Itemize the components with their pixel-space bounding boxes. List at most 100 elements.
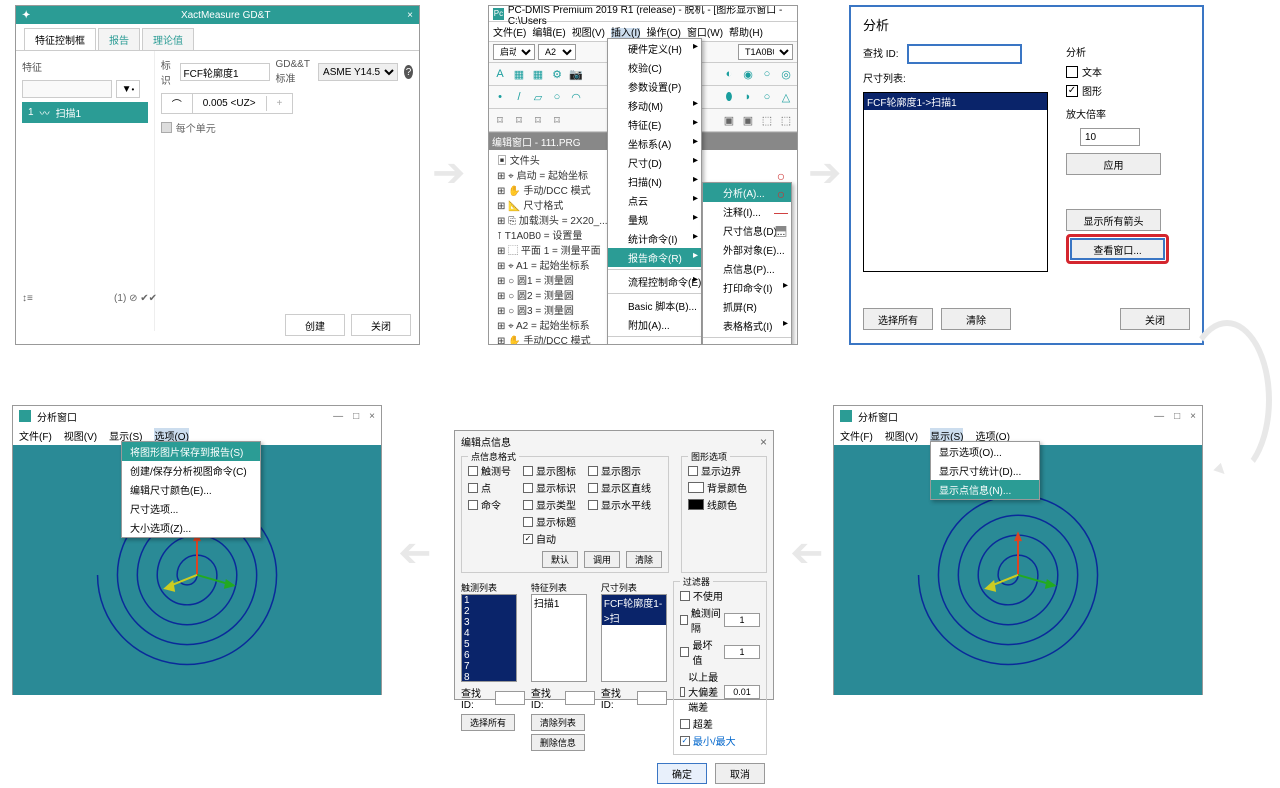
point-info-item: 显示点信息(N)...	[931, 480, 1039, 499]
ok-button[interactable]: 确定	[657, 763, 707, 784]
find-feat-input[interactable]	[565, 691, 595, 705]
max-icon[interactable]: □	[1174, 411, 1180, 422]
analysis-group: 分析	[1066, 44, 1169, 59]
cancel-button[interactable]: 取消	[715, 763, 765, 784]
analysis-window-left: 分析窗口 — □ × 文件(F)视图(V)显示(S)选项(O) 将图形图片保存到报告…	[12, 405, 382, 695]
min-icon[interactable]: —	[1154, 411, 1164, 422]
title: 分析窗口	[37, 409, 77, 424]
help-icon[interactable]: ?	[404, 65, 413, 79]
menubar[interactable]: 文件(F)视图(V)显示(S)选项(O) 将图形图片保存到报告(S) 创建/保存…	[13, 426, 381, 445]
feature-item[interactable]: 1 〰 扫描1	[22, 102, 148, 123]
per-unit-check[interactable]: 每个单元	[161, 120, 413, 135]
count: (1)	[114, 293, 126, 304]
find-hit-input[interactable]	[495, 691, 525, 705]
flow-arrow-icon: ➔	[790, 530, 824, 576]
highlight: 查看窗口...	[1066, 234, 1169, 264]
close-icon[interactable]: ×	[369, 411, 375, 422]
default-button[interactable]: 默认	[542, 551, 578, 568]
point-format-group: 点信息格式 触测号 点 命令 显示图标 显示标识 显示类型 显示标题 ✓自动 显…	[461, 456, 669, 573]
gdt-select[interactable]: ASME Y14.5	[318, 63, 398, 81]
filter-group: 过滤器 不使用 触测间隔 最坏值 以上最大偏差端差 超差 ✓最小/最大	[673, 581, 767, 755]
create-button[interactable]: 创建	[285, 314, 345, 336]
tolerance-box[interactable]: ⌒ 0.005 <UZ> +	[161, 93, 294, 114]
tab-fcf[interactable]: 特征控制框	[24, 28, 96, 50]
app-icon	[19, 410, 31, 422]
sort-icon[interactable]: ↕≡	[22, 293, 33, 304]
xactmeasure-window: ✦ XactMeasure GD&T × 特征控制框 报告 理论值 特征 ▼• …	[15, 5, 420, 345]
filter-button[interactable]: ▼•	[116, 80, 140, 98]
circle-icon[interactable]: ○	[777, 168, 785, 184]
close-button[interactable]: 关闭	[1120, 308, 1190, 330]
find-label: 查找 ID:	[863, 45, 899, 60]
delete-info-button[interactable]: 删除信息	[531, 734, 585, 751]
title: 分析窗口	[858, 409, 898, 424]
sel-tip[interactable]: T1A0B0	[738, 44, 793, 60]
close-button[interactable]: 关闭	[351, 314, 411, 336]
sel-a2[interactable]: A2	[538, 44, 576, 60]
logo-icon: ✦	[22, 10, 30, 21]
titlebar[interactable]: ✦ XactMeasure GD&T ×	[16, 6, 419, 24]
gdt-label: GD&&T 标准	[276, 59, 313, 85]
options-menu[interactable]: 将图形图片保存到报告(S) 创建/保存分析视图命令(C)编辑尺寸颜色(E)...…	[121, 441, 261, 538]
text-check[interactable]: 文本	[1066, 64, 1169, 79]
search-input[interactable]	[22, 80, 112, 98]
mag-input[interactable]	[1080, 128, 1140, 146]
close-icon[interactable]: ×	[760, 435, 767, 449]
display-menu[interactable]: 显示选项(O)...显示尺寸统计(D)...显示点信息(N)...	[930, 441, 1040, 500]
select-all-button[interactable]: 选择所有	[461, 714, 515, 731]
view-window-button[interactable]: 查看窗口...	[1070, 238, 1165, 260]
gear-icon[interactable]: ⚙	[548, 65, 566, 83]
graphic-options-group: 图形选项 显示边界 背景颜色 线颜色	[681, 456, 767, 573]
flow-arrow-icon: ➔	[808, 150, 842, 196]
tab-report[interactable]: 报告	[98, 28, 140, 50]
tab-nominal[interactable]: 理论值	[142, 28, 194, 50]
tol-symbol: ⌒	[162, 94, 193, 113]
find-dim-input[interactable]	[637, 691, 667, 705]
save-graphic-item: 将图形图片保存到报告(S)	[122, 442, 260, 461]
recall-button[interactable]: 调用	[584, 551, 620, 568]
insert-menu[interactable]: 硬件定义(H)校验(C)参数设置(P)移动(M)特征(E)坐标系(A)尺寸(D)…	[607, 38, 702, 345]
side-icons: ○ ○ — ⬒	[768, 168, 794, 239]
tol-plus[interactable]: +	[267, 96, 293, 111]
list-item[interactable]: FCF轮廓度1->扫描1	[864, 93, 1047, 110]
id-input[interactable]	[180, 63, 270, 81]
titlebar[interactable]: 分析窗口 —□×	[834, 406, 1202, 426]
dialog-title: 分析	[863, 15, 1190, 34]
dim-list[interactable]: FCF轮廓度1->扫描1	[863, 92, 1048, 272]
graph-check[interactable]: ✓图形	[1066, 83, 1169, 98]
tabs: 特征控制框 报告 理论值	[16, 24, 419, 51]
select-all-button[interactable]: 选择所有	[863, 308, 933, 330]
app-icon	[840, 410, 852, 422]
app-icon: Pc	[493, 8, 504, 20]
curve-icon: 〰	[40, 105, 50, 120]
titlebar[interactable]: Pc PC-DMIS Premium 2019 R1 (release) - 脱…	[489, 6, 797, 22]
grid-icon[interactable]: ▦	[510, 65, 528, 83]
analysis-dialog: 分析 查找 ID: 尺寸列表: FCF轮廓度1->扫描1 分析 文本 ✓图形 放…	[849, 5, 1204, 345]
a-icon[interactable]: A	[491, 65, 509, 83]
item-label: 扫描1	[56, 105, 82, 120]
checkall-icon[interactable]: ✔✔	[140, 293, 157, 304]
item-num: 1	[28, 107, 34, 118]
titlebar[interactable]: 编辑点信息 ×	[455, 431, 773, 452]
titlebar[interactable]: 分析窗口 — □ ×	[13, 406, 381, 426]
max-icon[interactable]: □	[353, 411, 359, 422]
clear-list-button[interactable]: 清除列表	[531, 714, 585, 731]
analysis-window-right: 分析窗口 —□× 文件(F)视图(V)显示(S)选项(O) 显示选项(O)...…	[833, 405, 1203, 695]
min-icon[interactable]: —	[333, 411, 343, 422]
mag-label: 放大倍率	[1066, 106, 1169, 121]
clear-icon[interactable]: ⊘	[129, 293, 137, 304]
feature-list[interactable]: 扫描1	[531, 594, 587, 682]
flow-arrow-icon: ➔	[432, 150, 466, 196]
find-input[interactable]	[907, 44, 1022, 64]
clear-button[interactable]: 清除	[626, 551, 662, 568]
checkbox-icon	[161, 122, 172, 133]
menubar[interactable]: 文件(F)视图(V)显示(S)选项(O) 显示选项(O)...显示尺寸统计(D)…	[834, 426, 1202, 445]
clear-button[interactable]: 清除	[941, 308, 1011, 330]
close-icon[interactable]: ×	[407, 10, 413, 21]
dim-list[interactable]: FCF轮廓度1->扫	[601, 594, 667, 682]
hits-list[interactable]: 12345678	[461, 594, 517, 682]
show-arrows-button[interactable]: 显示所有箭头	[1066, 209, 1161, 231]
apply-button[interactable]: 应用	[1066, 153, 1161, 175]
sel-startup[interactable]: 启动	[493, 44, 535, 60]
camera-icon[interactable]: 📷	[567, 65, 585, 83]
